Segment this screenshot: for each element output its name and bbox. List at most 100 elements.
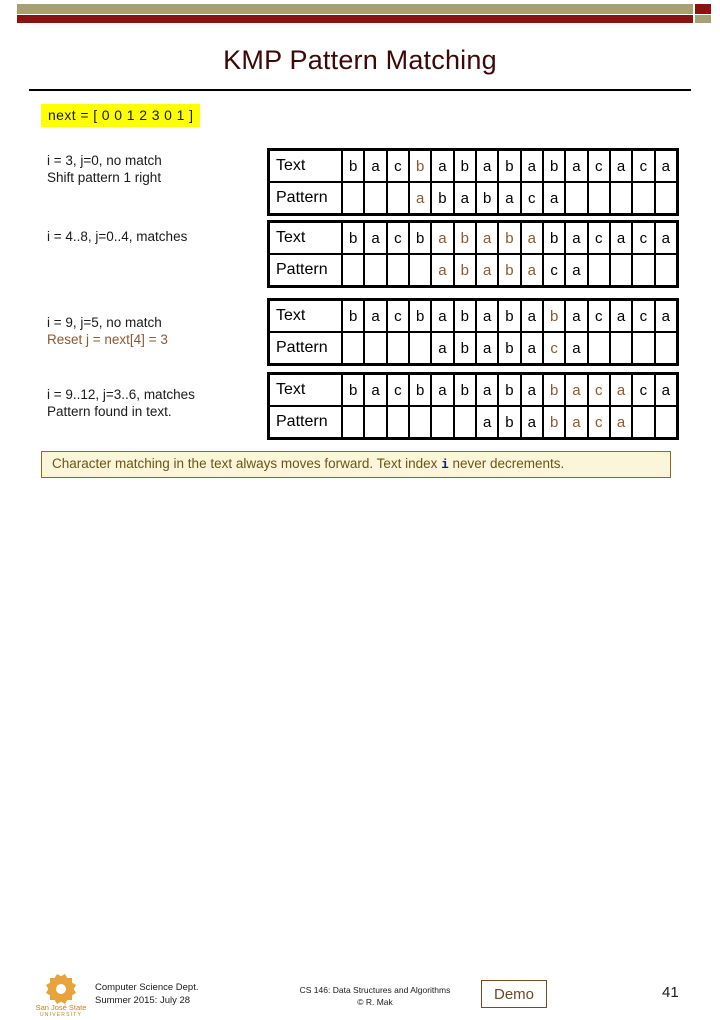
note-text-part2: never decrements.	[448, 456, 565, 471]
text-cell: c	[589, 151, 611, 181]
dept-line1: Computer Science Dept.	[95, 982, 199, 993]
row-label-pattern: Pattern	[270, 333, 343, 363]
pattern-cell: b	[499, 407, 522, 437]
pattern-cell	[633, 407, 656, 437]
pattern-cell	[656, 333, 676, 363]
text-cell: c	[589, 375, 611, 405]
pattern-cell	[388, 333, 410, 363]
text-cells: bacbabababacaca	[343, 223, 676, 253]
text-cell: b	[343, 375, 366, 405]
text-cell: a	[365, 375, 388, 405]
pattern-cell	[633, 183, 656, 213]
text-cell: a	[566, 375, 589, 405]
text-cell: b	[410, 151, 433, 181]
pattern-cell	[633, 333, 656, 363]
step-caption-line1: i = 3, j=0, no match	[47, 153, 162, 168]
text-cell: a	[477, 223, 500, 253]
pattern-cell: a	[477, 333, 500, 363]
text-cells: bacbabababacaca	[343, 301, 676, 331]
pattern-cell: a	[477, 255, 500, 285]
text-cell: a	[661, 157, 670, 175]
text-cell: a	[432, 301, 455, 331]
text-cell: b	[499, 223, 522, 253]
text-cells: bacbabababacaca	[343, 151, 676, 181]
course-info: CS 146: Data Structures and Algorithms ©…	[280, 984, 470, 1008]
text-cell: b	[499, 301, 522, 331]
text-cell: b	[343, 151, 366, 181]
pattern-cell: c	[589, 407, 611, 437]
next-array-highlight: next = [ 0 0 1 2 3 0 1 ]	[41, 104, 201, 127]
pattern-cell	[388, 183, 410, 213]
text-cell: a	[432, 375, 455, 405]
pattern-cell: b	[544, 407, 567, 437]
text-cell: b	[455, 375, 477, 405]
row-label-text: Text	[270, 223, 343, 253]
pattern-cell	[656, 255, 676, 285]
text-cell: b	[455, 301, 477, 331]
table-row-text: Text bacbabababacaca	[270, 301, 676, 331]
row-label-pattern: Pattern	[270, 255, 343, 285]
step-caption-line2: Shift pattern 1 right	[47, 170, 162, 185]
top-bar-red	[17, 15, 693, 23]
pattern-cells: ababaca	[343, 333, 676, 363]
pattern-cell	[455, 407, 477, 437]
step-caption-line1: i = 9, j=5, no match	[47, 315, 162, 330]
text-cell: b	[499, 151, 522, 181]
title-divider	[29, 89, 691, 91]
text-cell: a	[611, 223, 634, 253]
top-bar-khaki	[17, 4, 693, 14]
top-bar-khaki-square	[695, 15, 711, 23]
text-cell: b	[455, 223, 477, 253]
pattern-cell: b	[432, 183, 455, 213]
step-caption-line1: i = 4..8, j=0..4, matches	[47, 229, 188, 244]
table-row-pattern: Pattern ababaca	[270, 181, 676, 213]
pattern-cell: a	[522, 407, 544, 437]
table-row-text: Text bacbabababacaca	[270, 375, 676, 405]
text-cell: b	[544, 151, 567, 181]
text-cell: a	[522, 223, 544, 253]
step-caption-line2: Reset j = next[4] = 3	[47, 332, 168, 347]
row-label-pattern: Pattern	[270, 183, 343, 213]
pattern-cell	[656, 183, 676, 213]
pattern-cell: a	[522, 333, 544, 363]
pattern-cells: ababaca	[343, 407, 676, 437]
pattern-cell	[365, 255, 388, 285]
text-cell: c	[633, 223, 656, 253]
table-row-text: Text bacbabababacaca	[270, 223, 676, 253]
slide-top-decoration	[0, 0, 720, 26]
text-cell: a	[611, 301, 634, 331]
pattern-cell	[589, 183, 611, 213]
pattern-cell	[566, 183, 589, 213]
course-line2: © R. Mak	[357, 997, 393, 1007]
text-cell: b	[544, 301, 567, 331]
demo-button[interactable]: Demo	[481, 980, 547, 1008]
step-caption: i = 9..12, j=3..6, matches Pattern found…	[47, 386, 267, 420]
text-cell: b	[343, 301, 366, 331]
top-bar-red-square	[695, 4, 711, 14]
row-label-text: Text	[270, 151, 343, 181]
pattern-cell	[365, 407, 388, 437]
text-cell: a	[611, 375, 634, 405]
pattern-cell	[432, 407, 455, 437]
pattern-cell: a	[410, 183, 433, 213]
pattern-cell: a	[455, 183, 477, 213]
note-banner: Character matching in the text always mo…	[41, 451, 671, 478]
text-cell: b	[410, 375, 433, 405]
pattern-cell: b	[455, 255, 477, 285]
pattern-cell	[343, 183, 366, 213]
slide-footer: San José State UNIVERSITY Computer Scien…	[0, 486, 720, 1018]
logo-name: San José State	[35, 1003, 87, 1012]
pattern-cells: ababaca	[343, 183, 676, 213]
text-cell: a	[522, 375, 544, 405]
text-cell: c	[633, 301, 656, 331]
pattern-cell	[343, 255, 366, 285]
pattern-cell: c	[544, 255, 567, 285]
page-number: 41	[662, 984, 679, 1001]
pattern-cell: a	[544, 183, 567, 213]
text-cell: a	[477, 151, 500, 181]
pattern-cell: a	[611, 407, 634, 437]
text-cell: c	[633, 151, 656, 181]
pattern-cell: b	[499, 255, 522, 285]
pattern-cell	[388, 407, 410, 437]
pattern-cell	[365, 183, 388, 213]
